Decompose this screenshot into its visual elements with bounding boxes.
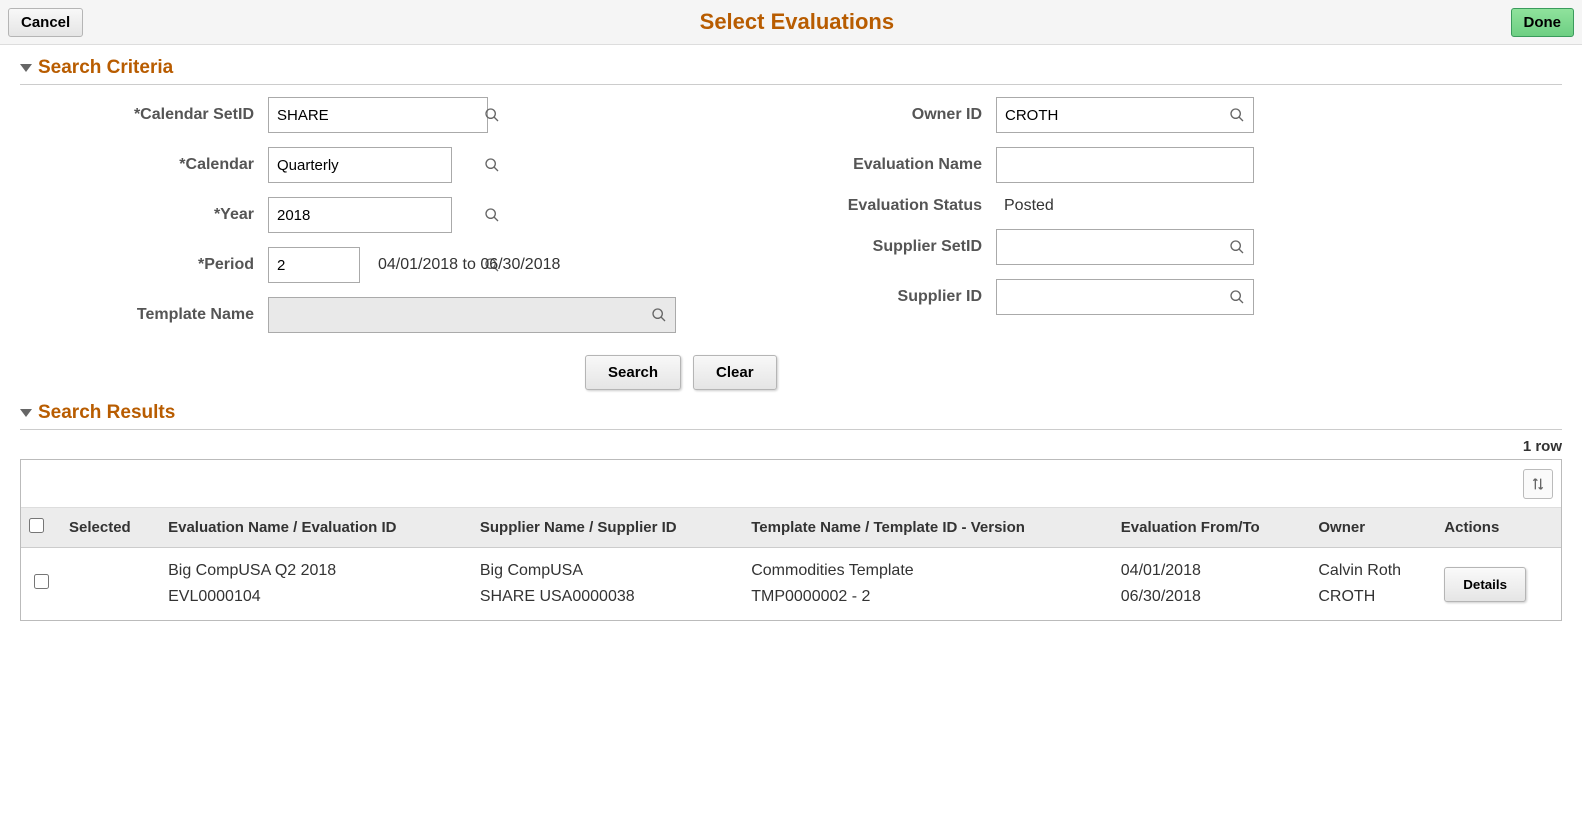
search-results-section: Search Results 1 row Selected Evaluation…	[0, 402, 1582, 621]
label-supplier-id: Supplier ID	[796, 288, 996, 306]
col-actions: Actions	[1436, 508, 1561, 548]
caret-down-icon	[20, 64, 32, 72]
criteria-actions: Search Clear	[585, 355, 1562, 390]
magnifier-icon[interactable]	[484, 207, 500, 223]
supplier-setid-lookup	[996, 229, 1254, 265]
supplier-id-lookup	[996, 279, 1254, 315]
results-grid: Selected Evaluation Name / Evaluation ID…	[20, 459, 1562, 621]
evaluation-status-value: Posted	[996, 197, 1054, 215]
template-name: Commodities Template	[751, 562, 1105, 580]
calendar-setid-lookup	[268, 97, 488, 133]
label-calendar-setid: *Calendar SetID	[20, 106, 268, 124]
period-lookup	[268, 247, 360, 283]
supplier-id: SHARE USA0000038	[480, 588, 735, 606]
evaluation-name-field	[996, 147, 1254, 183]
select-all-checkbox[interactable]	[29, 518, 44, 533]
sort-icon	[1530, 476, 1546, 492]
eval-id: EVL0000104	[168, 588, 464, 606]
label-year: *Year	[20, 206, 268, 224]
label-owner-id: Owner ID	[796, 106, 996, 124]
template-name-lookup	[268, 297, 676, 333]
label-calendar: *Calendar	[20, 156, 268, 174]
col-fromto: Evaluation From/To	[1113, 508, 1311, 548]
grid-toolbar	[21, 460, 1561, 508]
owner-name: Calvin Roth	[1318, 562, 1428, 580]
search-button[interactable]: Search	[585, 355, 681, 390]
search-results-title: Search Results	[38, 402, 175, 424]
template-id: TMP0000002 - 2	[751, 588, 1105, 606]
cancel-button[interactable]: Cancel	[8, 8, 83, 37]
magnifier-icon[interactable]	[643, 307, 675, 323]
supplier-id-input[interactable]	[997, 280, 1221, 314]
eval-name: Big CompUSA Q2 2018	[168, 562, 464, 580]
grid-header-row: Selected Evaluation Name / Evaluation ID…	[21, 508, 1561, 548]
row-count: 1 row	[20, 438, 1562, 455]
supplier-name: Big CompUSA	[480, 562, 735, 580]
owner-id-input[interactable]	[997, 98, 1221, 132]
label-evaluation-name: Evaluation Name	[796, 156, 996, 174]
search-results-toggle[interactable]: Search Results	[20, 402, 1562, 430]
label-supplier-setid: Supplier SetID	[796, 238, 996, 256]
criteria-right-col: Owner ID Evaluation Name Evaluation Stat…	[796, 97, 1254, 347]
col-template: Template Name / Template ID - Version	[743, 508, 1113, 548]
eval-to: 06/30/2018	[1121, 588, 1303, 606]
label-period: *Period	[20, 256, 268, 274]
search-criteria-section: Search Criteria *Calendar SetID *Calenda…	[0, 57, 1582, 390]
supplier-setid-input[interactable]	[997, 230, 1221, 264]
magnifier-icon[interactable]	[1221, 239, 1253, 255]
search-criteria-toggle[interactable]: Search Criteria	[20, 57, 1562, 85]
calendar-input[interactable]	[269, 148, 484, 182]
col-supplier: Supplier Name / Supplier ID	[472, 508, 743, 548]
caret-down-icon	[20, 409, 32, 417]
row-select-checkbox[interactable]	[34, 574, 49, 589]
calendar-setid-input[interactable]	[269, 98, 484, 132]
owner-id: CROTH	[1318, 588, 1428, 606]
criteria-left-col: *Calendar SetID *Calendar	[20, 97, 676, 347]
done-button[interactable]: Done	[1511, 8, 1575, 37]
sort-button[interactable]	[1523, 469, 1553, 499]
year-lookup	[268, 197, 452, 233]
year-input[interactable]	[269, 198, 484, 232]
owner-id-lookup	[996, 97, 1254, 133]
label-evaluation-status: Evaluation Status	[796, 197, 996, 215]
period-range: 04/01/2018 to 06/30/2018	[378, 256, 560, 274]
magnifier-icon[interactable]	[1221, 107, 1253, 123]
magnifier-icon[interactable]	[484, 107, 500, 123]
col-selected: Selected	[61, 508, 160, 548]
evaluation-name-input[interactable]	[997, 148, 1253, 182]
col-owner: Owner	[1310, 508, 1436, 548]
col-eval: Evaluation Name / Evaluation ID	[160, 508, 472, 548]
page-title: Select Evaluations	[83, 9, 1510, 35]
table-row: Big CompUSA Q2 2018 EVL0000104 Big CompU…	[21, 548, 1561, 621]
eval-from: 04/01/2018	[1121, 562, 1303, 580]
calendar-lookup	[268, 147, 452, 183]
modal-header: Cancel Select Evaluations Done	[0, 0, 1582, 45]
label-template-name: Template Name	[20, 306, 268, 324]
clear-button[interactable]: Clear	[693, 355, 777, 390]
magnifier-icon[interactable]	[484, 157, 500, 173]
magnifier-icon[interactable]	[1221, 289, 1253, 305]
template-name-input	[269, 298, 643, 332]
details-button[interactable]: Details	[1444, 567, 1526, 602]
search-criteria-title: Search Criteria	[38, 57, 173, 79]
